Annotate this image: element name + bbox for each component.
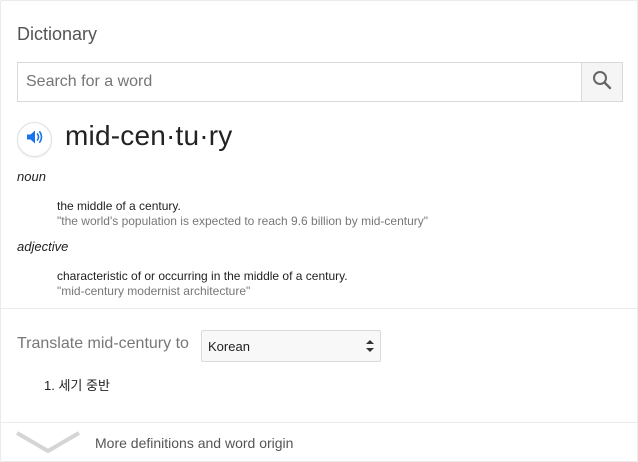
language-select[interactable]: Korean: [201, 330, 381, 362]
search-box: [17, 62, 623, 102]
divider: [1, 308, 638, 309]
language-select-value: Korean: [208, 338, 250, 354]
pronunciation-button[interactable]: [17, 122, 52, 157]
search-button[interactable]: [581, 63, 622, 101]
example-sentence: "mid-century modernist architecture": [57, 284, 251, 298]
more-definitions-label: More definitions and word origin: [95, 435, 294, 451]
part-of-speech: adjective: [17, 239, 69, 254]
more-definitions-button[interactable]: More definitions and word origin: [1, 423, 638, 462]
search-icon: [592, 70, 612, 95]
chevron-down-icon: [15, 431, 81, 460]
definition: the middle of a century.: [57, 199, 181, 213]
speaker-icon: [26, 129, 44, 150]
definition: characteristic of or occurring in the mi…: [57, 269, 348, 283]
example-sentence: "the world's population is expected to r…: [57, 214, 429, 228]
part-of-speech: noun: [17, 169, 46, 184]
translate-label: Translate mid-century to: [17, 335, 189, 352]
dictionary-card: Dictionary mid-cen·tu·ry noun the middle…: [0, 0, 638, 462]
panel-title: Dictionary: [17, 24, 98, 44]
search-input[interactable]: [18, 63, 583, 101]
select-arrows-icon: [366, 339, 374, 353]
translation-result: 1. 세기 중반: [44, 378, 110, 393]
headword: mid-cen·tu·ry: [65, 120, 233, 151]
